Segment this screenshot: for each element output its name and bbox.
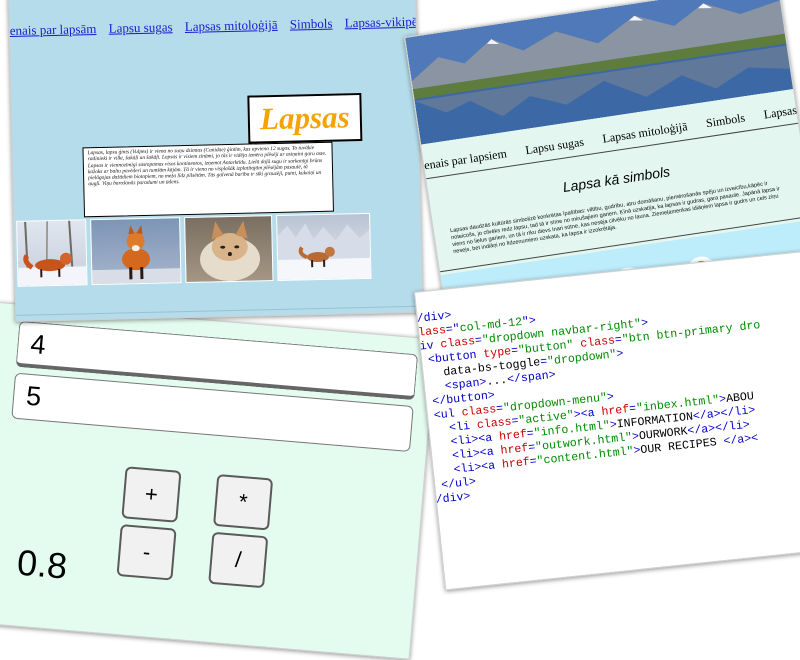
intro-text: Lapsas, lapsu ģints (Vulpes) ir viena no… <box>82 141 334 218</box>
add-button[interactable]: + <box>121 466 182 523</box>
code-token: > <box>606 390 615 405</box>
top-nav: enais par lapsām Lapsu sugas Lapsas mito… <box>10 13 424 39</box>
calculator-screenshot: 4 5 + * - / 0.8 <box>0 302 437 660</box>
divide-button[interactable]: / <box>208 531 269 589</box>
fox-photo-blue <box>90 217 182 286</box>
nav-link-wikipedia[interactable]: Lapsas-vikipēdij <box>763 96 800 122</box>
nav-link-species[interactable]: Lapsu sugas <box>108 19 172 35</box>
fox-image <box>18 220 88 287</box>
nav-link-mythology[interactable]: Lapsas mitoloģijā <box>185 17 278 34</box>
page-title-box: Lapsas <box>247 93 363 144</box>
nav-link-species[interactable]: Lapsu sugas <box>524 135 584 158</box>
code-token: > <box>615 347 625 362</box>
nav-link-about[interactable]: enais par lapsām <box>10 21 97 38</box>
multiply-button[interactable]: * <box>213 473 274 531</box>
html-code-block: </div> class="col-md-12"> div class="dropd… <box>414 277 776 508</box>
code-token: =" <box>445 322 461 337</box>
footer-divider <box>16 305 423 316</box>
fox-photo-strip <box>16 212 417 291</box>
result-display: 0.8 <box>15 541 69 587</box>
fox-image <box>92 225 182 286</box>
code-token: </div> <box>428 490 472 508</box>
code-token: ... <box>485 373 508 389</box>
subtract-button[interactable]: - <box>116 524 177 581</box>
fox-image <box>277 223 372 281</box>
nav-link-symbol[interactable]: Simbols <box>705 111 746 131</box>
code-token: > <box>640 316 649 331</box>
nav-link-symbol[interactable]: Simbols <box>290 16 333 32</box>
fox-image <box>200 220 261 282</box>
code-token: "> <box>521 314 537 329</box>
code-editor-screenshot: </div> class="col-md-12"> div class="dropd… <box>414 251 800 591</box>
fox-photo-winter <box>276 212 372 281</box>
fox-photo-snow-forest <box>16 219 88 287</box>
nav-link-wikipedia[interactable]: Lapsas-vikipēdi <box>345 13 424 30</box>
code-token: href <box>501 455 531 472</box>
lapsas-homepage-screenshot: enais par lapsām Lapsu sugas Lapsas mito… <box>8 0 424 322</box>
fox-photo-closeup <box>184 215 274 284</box>
page-title: Lapsas <box>259 99 351 137</box>
